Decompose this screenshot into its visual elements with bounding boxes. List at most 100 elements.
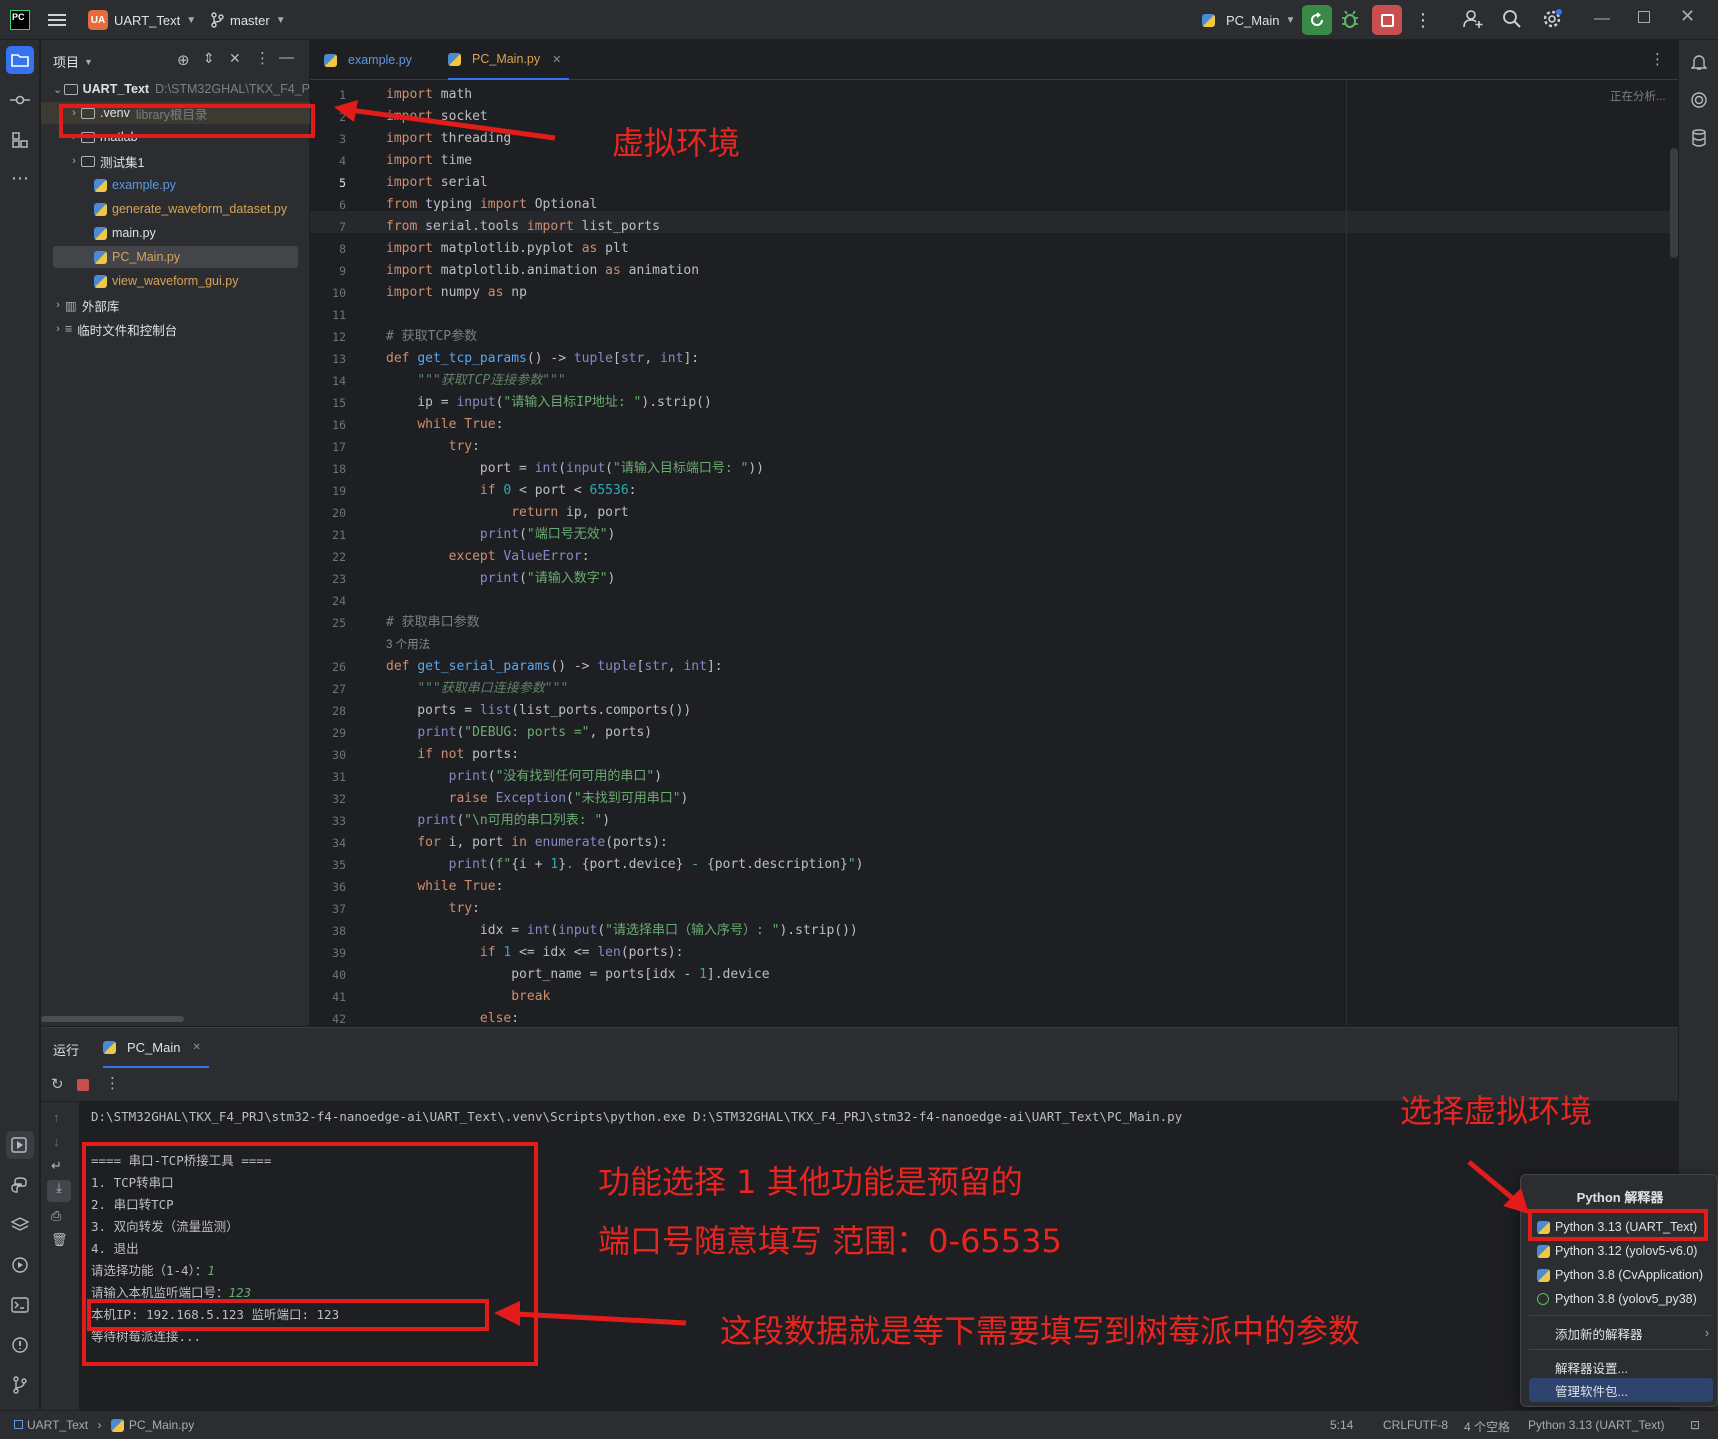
hide-panel-icon[interactable]: — — [279, 49, 294, 66]
line-number: 35 — [332, 858, 346, 872]
more-options-icon[interactable]: ⋮ — [105, 1074, 120, 1092]
terminal-tool-button[interactable] — [6, 1291, 34, 1319]
app-logo[interactable]: PC — [10, 8, 30, 32]
line-number: 11 — [332, 308, 346, 322]
usage-hint[interactable]: 3 个用法 — [386, 634, 430, 656]
tab-run-pc-main[interactable]: PC_Main ✕ — [103, 1028, 209, 1068]
tree-item-root[interactable]: ⌄ UART_Text D:\STM32GHAL\TKX_F4_P — [41, 78, 310, 100]
tab-example[interactable]: example.py — [324, 40, 412, 80]
interpreter-status[interactable]: Python 3.13 (UART_Text) — [1528, 1418, 1665, 1432]
problems-tool-button[interactable] — [6, 1331, 34, 1359]
line-number: 17 — [332, 440, 346, 454]
run-icon — [11, 1137, 27, 1153]
commit-tool-button[interactable] — [6, 86, 34, 114]
interpreter-settings-item[interactable]: 解释器设置... — [1529, 1355, 1713, 1379]
search-button[interactable] — [1502, 9, 1522, 32]
line-number-gutter: 1 2 3 4 5 6 7 8 9 10 11 12 13 14 15 16 17 18 19 20 21 22 23 24 2… — [310, 80, 350, 1026]
code-area[interactable]: import math import socket import threadi… — [386, 80, 1586, 1026]
line-number: 7 — [339, 220, 346, 234]
line-number: 28 — [332, 704, 346, 718]
terminal-icon — [11, 1297, 29, 1313]
minimize-button[interactable]: — — [1594, 10, 1610, 28]
panel-options-icon[interactable]: ⋮ — [255, 49, 270, 67]
run-panel-header: 运行 PC_Main ✕ — [41, 1028, 1678, 1068]
notifications-button[interactable] — [1685, 48, 1713, 76]
ai-assistant-button[interactable] — [1685, 86, 1713, 114]
debug-button[interactable] — [1340, 10, 1362, 32]
rerun-button[interactable] — [1302, 5, 1332, 35]
module-icon — [14, 1420, 23, 1429]
caret-position[interactable]: 5:14 — [1330, 1418, 1353, 1432]
git-tool-button[interactable] — [6, 1371, 34, 1399]
python-icon — [1537, 1244, 1550, 1258]
python-console-button[interactable] — [6, 1171, 34, 1199]
settings-button[interactable] — [1542, 9, 1562, 32]
indent-setting[interactable]: 4 个空格 — [1464, 1418, 1510, 1435]
more-actions-icon[interactable]: ⋮ — [1414, 10, 1432, 31]
project-tool-button[interactable] — [6, 46, 34, 74]
close-tab-icon[interactable]: ✕ — [552, 53, 561, 66]
line-number: 9 — [339, 264, 346, 278]
line-number: 14 — [332, 374, 346, 388]
stop-button[interactable] — [1372, 5, 1402, 35]
tree-item-scratches[interactable]: › ≡ 临时文件和控制台 — [41, 318, 310, 340]
tree-item-example[interactable]: example.py — [41, 174, 310, 196]
horizontal-scrollbar[interactable] — [41, 1016, 184, 1022]
tree-item-view-waveform[interactable]: view_waveform_gui.py — [41, 270, 310, 292]
tree-item-testset[interactable]: › 测试集1 — [41, 150, 310, 172]
interpreter-option[interactable]: Python 3.8 (yolov5_py38) — [1529, 1287, 1713, 1311]
run-config-selector[interactable]: PC_Main ▼ — [1202, 8, 1295, 32]
line-number: 27 — [332, 682, 346, 696]
interpreter-label: Python 3.8 (CvApplication) — [1555, 1268, 1703, 1282]
line-number: 40 — [332, 968, 346, 982]
close-tab-icon[interactable]: ✕ — [192, 1042, 200, 1053]
add-user-button[interactable] — [1462, 8, 1484, 33]
project-selector[interactable]: UA UART_Text ▼ — [88, 8, 196, 32]
interpreter-option[interactable]: Python 3.8 (CvApplication) — [1529, 1263, 1713, 1287]
rerun-icon[interactable]: ↻ — [51, 1075, 64, 1093]
line-number: 13 — [332, 352, 346, 366]
structure-tool-button[interactable] — [6, 126, 34, 154]
more-tools-icon[interactable]: ⋯ — [6, 164, 34, 192]
tree-item-path: D:\STM32GHAL\TKX_F4_P — [155, 82, 310, 96]
project-panel-header[interactable]: 项目 ▼ — [53, 52, 93, 71]
expand-all-icon[interactable]: ⇕ — [203, 50, 215, 67]
project-panel-title: 项目 — [53, 55, 80, 70]
lock-icon[interactable]: ⊡ — [1690, 1418, 1700, 1432]
maximize-button[interactable] — [1638, 11, 1650, 23]
tree-item-generate[interactable]: generate_waveform_dataset.py — [41, 198, 310, 220]
line-number: 26 — [332, 660, 346, 674]
file-encoding[interactable]: UTF-8 — [1414, 1418, 1448, 1432]
interpreter-option[interactable]: Python 3.12 (yolov5-v6.0) — [1529, 1239, 1713, 1263]
line-number: 30 — [332, 748, 346, 762]
stop-icon[interactable] — [77, 1079, 89, 1091]
tab-pc-main[interactable]: PC_Main.py ✕ — [448, 40, 570, 80]
menu-label: 添加新的解释器 — [1555, 1327, 1643, 1342]
tree-item-pc-main[interactable]: PC_Main.py — [53, 246, 298, 268]
annotation-box-interpreter — [1528, 1209, 1708, 1241]
chevron-right-icon: › — [1704, 1326, 1709, 1340]
line-number: 29 — [332, 726, 346, 740]
collapse-all-icon[interactable]: ✕ — [229, 50, 241, 67]
vertical-scrollbar[interactable] — [1670, 148, 1678, 258]
tree-item-main[interactable]: main.py — [41, 222, 310, 244]
search-icon — [1503, 10, 1521, 28]
branch-selector[interactable]: master ▼ — [210, 8, 286, 32]
tree-item-external-libs[interactable]: › ▥ 外部库 — [41, 294, 310, 316]
main-menu-button[interactable] — [48, 8, 66, 32]
python-file-icon — [110, 1419, 124, 1433]
line-separator[interactable]: CRLF — [1383, 1418, 1414, 1432]
layers-tool-button[interactable] — [6, 1211, 34, 1239]
locate-file-icon[interactable]: ⊕ — [177, 51, 190, 69]
close-window-button[interactable]: ✕ — [1680, 6, 1695, 27]
add-interpreter-item[interactable]: 添加新的解释器 › — [1529, 1321, 1713, 1345]
tree-item-label: 测试集1 — [100, 155, 145, 170]
python-file-icon — [324, 53, 337, 67]
run-tool-button[interactable] — [6, 1131, 34, 1159]
manage-packages-item[interactable]: 管理软件包... — [1529, 1378, 1713, 1402]
database-button[interactable] — [1685, 124, 1713, 152]
services-tool-button[interactable] — [6, 1251, 34, 1279]
tab-options-icon[interactable]: ⋮ — [1650, 50, 1665, 68]
python-file-icon — [94, 202, 107, 216]
breadcrumb[interactable]: UART_Text › PC_Main.py — [14, 1418, 194, 1433]
